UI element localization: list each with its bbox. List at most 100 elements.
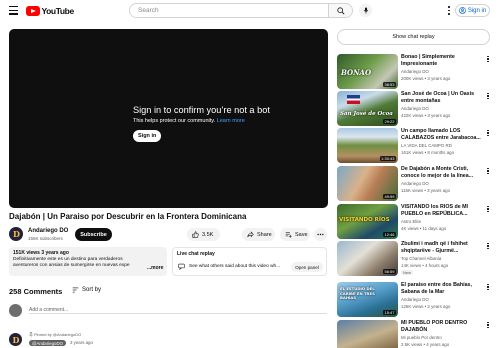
learn-more-link[interactable]: Learn more	[217, 118, 245, 124]
recommendation-channel[interactable]: Andariego DO	[401, 181, 429, 186]
youtube-logo[interactable]: YouTube	[26, 5, 74, 17]
video-thumbnail[interactable]: BONAO 38:53	[337, 54, 398, 89]
recommendation-title[interactable]: Zbulimi i madh që i fshihet shqiptarëve …	[401, 241, 483, 254]
more-horizontal-icon	[317, 233, 324, 236]
search-box	[129, 3, 353, 18]
recommendation-channel[interactable]: LA VIDA DEL CAMPO RD	[401, 143, 452, 148]
channel-name[interactable]: Andariego DO	[28, 228, 68, 234]
recommendation-title[interactable]: El paraíso entre dos Bahías, Sabana de l…	[401, 282, 483, 295]
recommendation-title[interactable]: Un campo llamado LOS CALABAZOS entre Jar…	[401, 128, 483, 141]
new-badge: New	[401, 270, 414, 275]
recommendation-title[interactable]: De Dajabón a Monte Cristi, conoce lo mej…	[401, 166, 483, 179]
chat-icon	[178, 263, 185, 270]
user-avatar	[9, 304, 22, 317]
recommendation-title[interactable]: Bonao | Simplemente Impresionante	[401, 54, 483, 67]
recommendation-channel[interactable]: Andariego DO	[401, 69, 429, 74]
share-label: Share	[257, 231, 272, 238]
recommendation-channel[interactable]: Mi pueblo Por dentro	[401, 335, 442, 340]
video-player[interactable]: Sign in to confirm you’re not a bot This…	[9, 29, 328, 208]
account-icon	[458, 7, 466, 14]
video-thumbnail[interactable]: 1:30:43	[337, 128, 398, 163]
subscriber-count: 156K subscribers	[28, 236, 63, 241]
playlist-add-icon	[285, 232, 292, 238]
recommendation-item[interactable]: VISITANDO RÍOS 12:46 VISITANDO los RÍOS …	[337, 204, 490, 240]
recommendation-item[interactable]: San José de Ocoa 29:22 San José de Ocoa …	[337, 91, 490, 127]
open-panel-button[interactable]: Open panel	[291, 262, 323, 272]
recommendation-meta: 2.5K views • 4 years ago	[401, 342, 450, 347]
more-actions-icon[interactable]	[486, 283, 490, 291]
video-duration: 38:53	[382, 82, 396, 87]
recommendation-item[interactable]: 56:59 Zbulimi i madh që i fshihet shqipt…	[337, 241, 490, 277]
recommendation-item[interactable]: EL ESTUDIO DEL CARIBE EN TRES BAHÍAS 15:…	[337, 282, 490, 318]
video-duration: 29:22	[382, 119, 396, 124]
flag-image	[347, 95, 360, 104]
more-actions-icon[interactable]	[486, 242, 490, 250]
recommendation-item[interactable]: 49:59 De Dajabón a Monte Cristi, conoce …	[337, 166, 490, 202]
video-duration: 1:30:43	[379, 156, 396, 161]
player-signin-button[interactable]: Sign in	[133, 130, 162, 142]
video-thumbnail[interactable]: VISITANDO RÍOS 12:46	[337, 204, 398, 239]
recommendation-meta: 14K views • 4 hours ago	[401, 263, 449, 268]
save-button[interactable]: Save	[280, 228, 310, 241]
more-actions-icon[interactable]	[486, 205, 490, 213]
video-duration: 12:46	[382, 232, 396, 237]
video-duration: 15:47	[382, 310, 396, 315]
search-icon	[336, 6, 345, 15]
show-chat-replay-button[interactable]: Show chat replay	[337, 29, 490, 45]
chat-replay-text: See what others said about this video wh…	[189, 264, 281, 269]
more-actions-button[interactable]	[314, 228, 327, 241]
bot-check-subtitle-text: This helps protect our community.	[133, 118, 216, 124]
live-chat-replay-card: Live chat replay See what others said ab…	[172, 247, 327, 276]
voice-search-button[interactable]	[359, 4, 372, 17]
more-actions-icon[interactable]	[486, 55, 490, 63]
pin-icon	[29, 332, 33, 337]
comment-author[interactable]: @AndariegoDO	[29, 340, 67, 346]
more-actions-icon[interactable]	[486, 92, 490, 100]
share-icon	[247, 231, 254, 238]
video-thumbnail[interactable]: 56:59	[337, 241, 398, 276]
video-duration: 49:59	[382, 194, 396, 199]
more-actions-icon[interactable]	[486, 129, 490, 137]
search-input[interactable]	[130, 4, 328, 17]
video-thumbnail[interactable]: EL ESTUDIO DEL CARIBE EN TRES BAHÍAS 15:…	[337, 282, 398, 317]
like-button[interactable]: 3.5K	[187, 228, 220, 241]
recommendation-meta: 115K views • 3 years ago	[401, 188, 451, 193]
comment-author-avatar[interactable]	[9, 333, 22, 346]
description-more-link[interactable]: ...more	[147, 265, 163, 271]
recommendation-item[interactable]: BONAO 38:53 Bonao | Simplemente Impresio…	[337, 54, 490, 90]
sort-by-button[interactable]: Sort by	[72, 287, 101, 293]
chat-replay-title: Live chat replay	[177, 251, 215, 257]
description-box[interactable]: 151K views 3 years ago Definitivamente e…	[9, 247, 167, 276]
recommendation-title[interactable]: San José de Ocoa | Un Oasis entre montañ…	[401, 91, 483, 104]
bot-check-subtitle: This helps protect our community. Learn …	[133, 118, 313, 124]
video-thumbnail[interactable]: 49:59	[337, 166, 398, 201]
search-button[interactable]	[328, 4, 352, 17]
recommendation-item[interactable]: 1:30:43 Un campo llamado LOS CALABAZOS e…	[337, 128, 490, 164]
subscribe-button[interactable]: Subscribe	[75, 228, 112, 241]
sort-by-label: Sort by	[82, 287, 102, 293]
recommendation-channel[interactable]: Andariego DO	[401, 297, 429, 302]
menu-icon[interactable]	[9, 6, 18, 15]
thumbnail-text: San José de Ocoa	[340, 111, 393, 117]
bot-check-message: Sign in to confirm you’re not a bot This…	[133, 105, 313, 142]
recommendation-title[interactable]: VISITANDO los RÍOS de MI PUEBLO en REPÚB…	[401, 204, 483, 217]
comment-time[interactable]: 3 years ago	[70, 340, 93, 345]
more-actions-icon[interactable]	[486, 167, 490, 175]
more-actions-icon[interactable]	[486, 321, 490, 329]
video-thumbnail[interactable]: San José de Ocoa 29:22	[337, 91, 398, 126]
channel-avatar[interactable]	[9, 227, 23, 241]
description-text: Definitivamente este es un destino para …	[13, 257, 130, 268]
share-button[interactable]: Share	[242, 228, 275, 241]
header-signin-button[interactable]: Sign in	[455, 4, 490, 17]
recommendation-title[interactable]: MI PUEBLO POR DENTRO DAJABÓN	[401, 320, 483, 333]
video-title: Dajabón | Un Paraiso por Descubrir en la…	[9, 212, 247, 221]
recommendation-channel[interactable]: Andariego DO	[401, 106, 429, 111]
video-thumbnail[interactable]	[337, 320, 398, 348]
add-comment-input[interactable]	[29, 307, 327, 314]
recommendation-item[interactable]: MI PUEBLO POR DENTRO DAJABÓN Mi pueblo P…	[337, 320, 490, 348]
recommendation-channel[interactable]: Top Channel Albania	[401, 256, 441, 261]
recommendation-meta: 422K views • 3 years ago	[401, 113, 451, 118]
recommendation-channel[interactable]: Astro Elite	[401, 219, 421, 224]
settings-more-icon[interactable]	[446, 5, 452, 16]
comments-count: 258 Comments	[9, 287, 63, 296]
